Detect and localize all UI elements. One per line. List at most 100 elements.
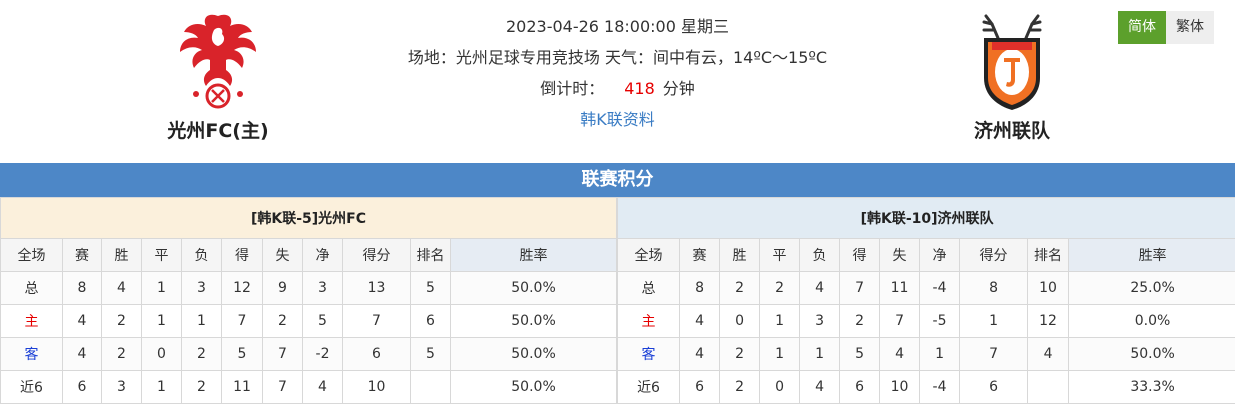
simplified-chinese-button[interactable]: 简体 (1118, 11, 1166, 44)
table-cell: 1 (919, 337, 961, 371)
table-cell: 6 (679, 370, 721, 404)
home-standings-table: [韩K联-5]光州FC 全场 赛 胜 平 负 得 失 净 得分 排名 胜率 总8… (0, 197, 618, 404)
table-cell: 2 (839, 304, 881, 338)
header-cell: 赛 (679, 238, 721, 272)
match-datetime: 2023-04-26 18:00:00 星期三 (505, 17, 730, 36)
table-cell: 6 (342, 337, 411, 371)
table-cell: 2 (719, 271, 761, 305)
table-cell: 50.0% (449, 271, 618, 305)
header-cell: 净 (302, 238, 343, 272)
table-cell: 0 (719, 304, 761, 338)
table-cell: 7 (839, 271, 881, 305)
row-label: 近6 (617, 370, 681, 404)
table-cell: 13 (342, 271, 411, 305)
table-cell: 10 (879, 370, 921, 404)
table-cell: 2 (719, 370, 761, 404)
table-row: 近6 6 3 1 2 11 7 4 10 50.0% (0, 370, 618, 404)
away-team-name[interactable]: 济州联队 (912, 116, 1112, 143)
table-row: 总 8 2 2 4 7 11 -4 8 10 25.0% (617, 271, 1235, 305)
header-cell: 排名 (410, 238, 451, 272)
table-cell: 50.0% (449, 304, 618, 338)
table-cell (410, 370, 451, 404)
countdown-label: 倒计时： (540, 79, 605, 98)
table-cell: 50.0% (449, 337, 618, 371)
header-cell: 胜 (719, 238, 761, 272)
table-row: 主 4 0 1 3 2 7 -5 1 12 0.0% (617, 304, 1235, 338)
table-cell: 7 (221, 304, 263, 338)
table-cell: 5 (221, 337, 263, 371)
home-team-name[interactable]: 光州FC(主) (118, 116, 318, 143)
traditional-chinese-button[interactable]: 繁体 (1166, 11, 1214, 44)
table-cell: 5 (410, 337, 451, 371)
home-rows: 总 8 4 1 3 12 9 3 13 5 50.0% 主 4 2 1 1 7 2 5 7 6 50.0% 客 4 2 0 2 5 7-… (0, 271, 618, 404)
table-cell: 4 (62, 304, 102, 338)
header-cell: 负 (799, 238, 841, 272)
phoenix-crest-icon (180, 14, 256, 109)
home-table-caption: [韩K联-5]光州FC (0, 197, 618, 239)
table-cell: 4 (1027, 337, 1070, 371)
countdown-value: 418 (624, 79, 655, 98)
table-cell: 10 (1027, 271, 1070, 305)
header-cell: 平 (759, 238, 801, 272)
table-cell: 1 (959, 304, 1029, 338)
table-row: 客 4 2 1 1 5 4 1 7 4 50.0% (617, 337, 1235, 371)
league-standings: 联赛积分 [韩K联-5]光州FC 全场 赛 胜 平 负 得 失 净 得分 排名 … (0, 163, 1235, 411)
table-cell: 10 (342, 370, 411, 404)
table-cell: -5 (919, 304, 961, 338)
language-switch: 简体 繁体 (1118, 11, 1214, 44)
table-cell: 0.0% (1068, 304, 1235, 338)
away-table-caption: [韩K联-10]济州联队 (617, 197, 1235, 239)
table-cell: 1 (141, 370, 182, 404)
table-cell: 50.0% (449, 370, 618, 404)
table-cell: 3 (101, 370, 142, 404)
table-cell: -4 (919, 370, 961, 404)
table-cell: 2 (759, 271, 801, 305)
table-cell: -2 (302, 337, 343, 371)
table-row: 总 8 4 1 3 12 9 3 13 5 50.0% (0, 271, 618, 305)
table-cell: 3 (181, 271, 222, 305)
countdown-unit: 分钟 (662, 79, 695, 98)
table-cell: 0 (759, 370, 801, 404)
header-cell: 得分 (959, 238, 1029, 272)
table-cell: 5 (410, 271, 451, 305)
header-cell: 得分 (342, 238, 411, 272)
header-cell: 净 (919, 238, 961, 272)
table-cell: 1 (141, 271, 182, 305)
away-rows: 总 8 2 2 4 7 11 -4 8 10 25.0% 主 4 0 1 3 2 7 -5 1 12 0.0% 客 4 2 1 1 5… (617, 271, 1235, 404)
header-cell: 胜率 (1068, 238, 1235, 272)
row-label: 客 (0, 337, 63, 371)
table-cell: 6 (959, 370, 1029, 404)
table-cell: 2 (719, 337, 761, 371)
table-cell: 1 (759, 304, 801, 338)
header-cell: 平 (141, 238, 182, 272)
table-cell: 8 (959, 271, 1029, 305)
table-row: 主 4 2 1 1 7 2 5 7 6 50.0% (0, 304, 618, 338)
row-label: 主 (617, 304, 681, 338)
header-cell: 胜率 (449, 238, 618, 272)
match-info: 2023-04-26 18:00:00 星期三 场地：光州足球专用竞技场 天气：… (360, 14, 875, 138)
home-team[interactable]: 光州FC(主) (118, 8, 318, 143)
table-cell: 3 (799, 304, 841, 338)
table-cell: 12 (221, 271, 263, 305)
table-cell: 0 (141, 337, 182, 371)
table-cell: 4 (62, 337, 102, 371)
table-cell: 2 (101, 337, 142, 371)
away-team[interactable]: 济州联队 (912, 8, 1112, 143)
header-cell: 排名 (1027, 238, 1070, 272)
row-label: 客 (617, 337, 681, 371)
table-cell: 1 (181, 304, 222, 338)
table-cell: 4 (302, 370, 343, 404)
table-cell: 11 (221, 370, 263, 404)
table-cell: 2 (181, 370, 222, 404)
table-row: 客 4 2 0 2 5 7 -2 6 5 50.0% (0, 337, 618, 371)
table-row: 近6 6 2 0 4 6 10 -4 6 33.3% (617, 370, 1235, 404)
table-cell: 8 (62, 271, 102, 305)
league-info-link[interactable]: 韩K联资料 (580, 110, 655, 129)
table-cell (1027, 370, 1070, 404)
table-cell: 4 (799, 370, 841, 404)
header-cell: 负 (181, 238, 222, 272)
header-cell: 得 (221, 238, 263, 272)
table-cell: 3 (302, 271, 343, 305)
table-cell: 7 (959, 337, 1029, 371)
header-cell: 全场 (0, 238, 63, 272)
